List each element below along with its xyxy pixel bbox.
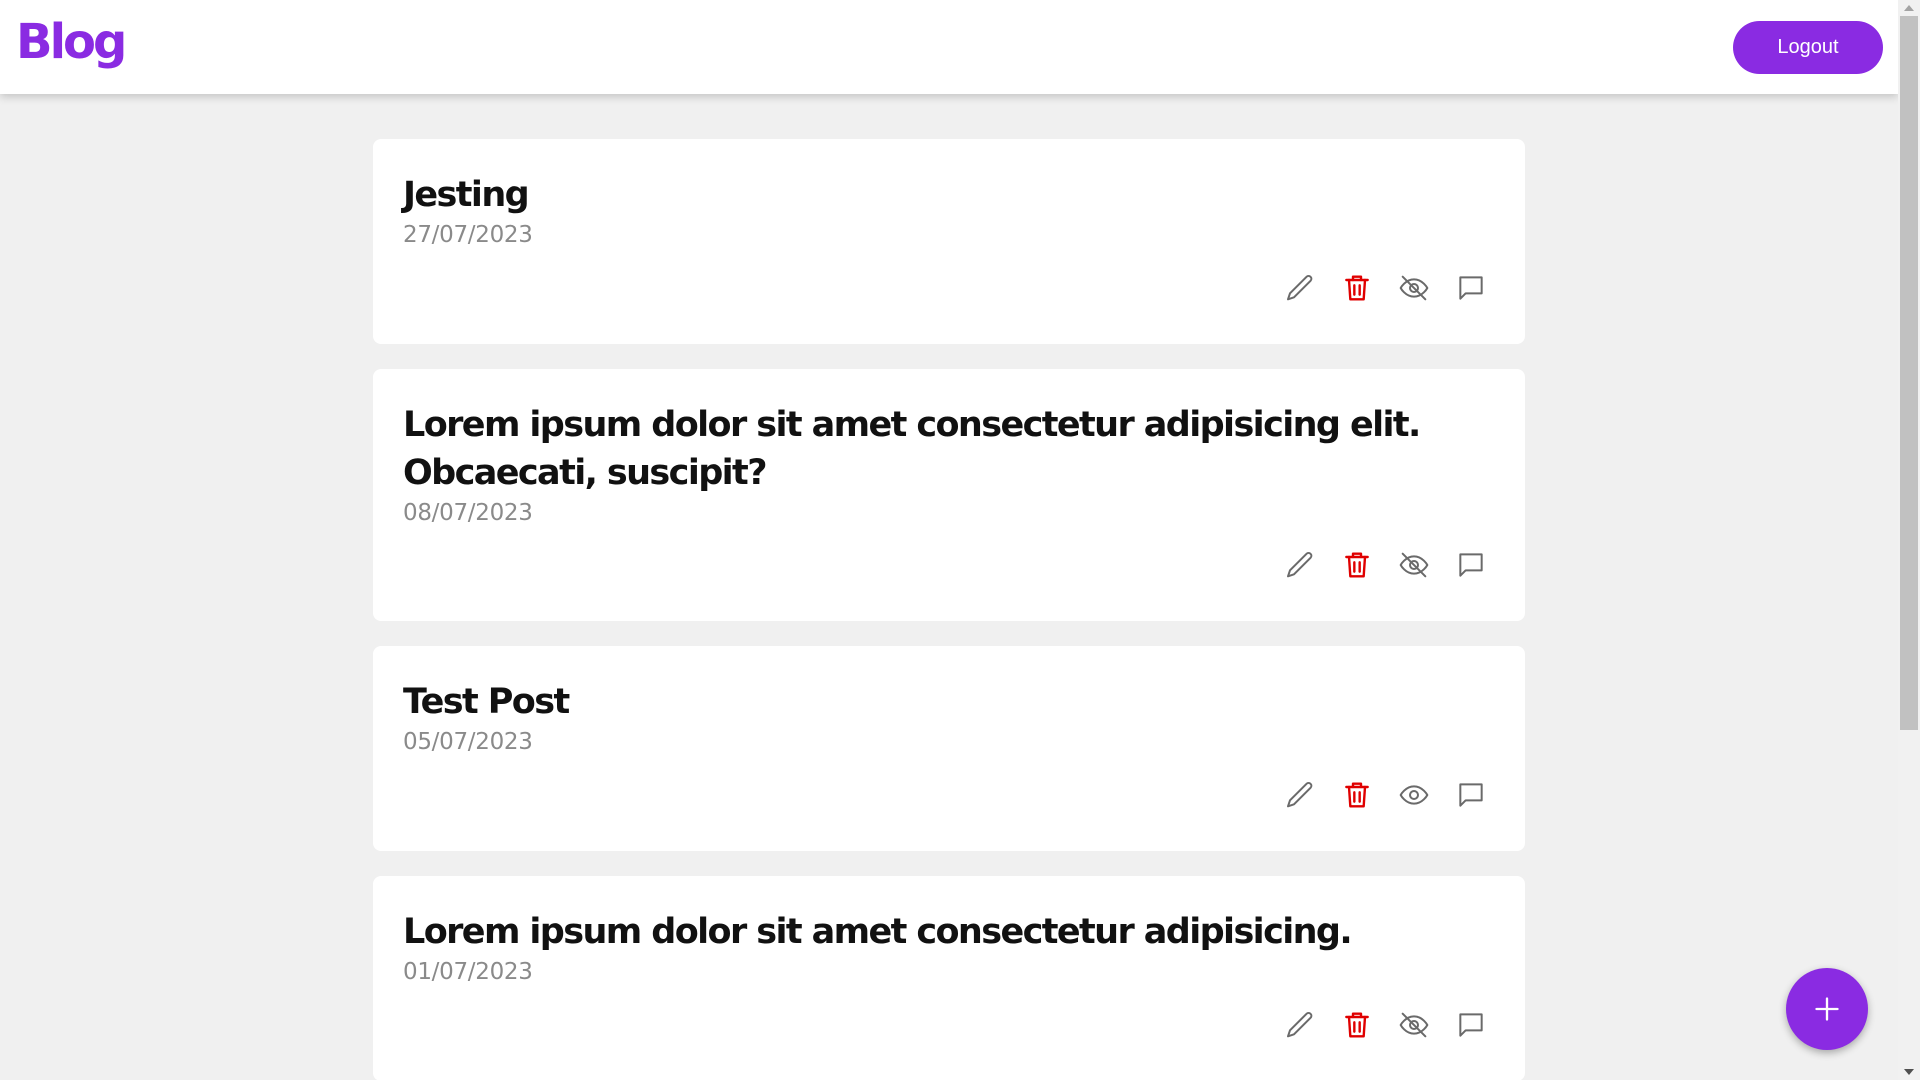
post-actions: [1284, 1009, 1487, 1041]
post-actions: [1284, 272, 1487, 304]
pencil-icon: [1287, 274, 1313, 301]
post-date: 01/07/2023: [403, 959, 533, 985]
post-card: Lorem ipsum dolor sit amet consectetur a…: [373, 369, 1525, 621]
trash-icon: [1345, 275, 1369, 301]
eye-off-icon: [1399, 552, 1429, 578]
comment-icon: [1459, 276, 1483, 300]
post-date: 27/07/2023: [403, 222, 533, 248]
post-date: 08/07/2023: [403, 500, 533, 526]
comments-button[interactable]: [1455, 549, 1487, 581]
delete-button[interactable]: [1341, 1009, 1373, 1041]
pencil-icon: [1287, 551, 1313, 578]
trash-icon: [1345, 552, 1369, 578]
post-actions: [1284, 549, 1487, 581]
comments-button[interactable]: [1455, 272, 1487, 304]
add-post-button[interactable]: [1786, 968, 1868, 1050]
post-card: Jesting 27/07/2023: [373, 139, 1525, 344]
visibility-toggle-button[interactable]: [1398, 779, 1430, 811]
edit-button[interactable]: [1284, 549, 1316, 581]
visibility-toggle-button[interactable]: [1398, 549, 1430, 581]
post-title[interactable]: Lorem ipsum dolor sit amet consectetur a…: [403, 401, 1495, 497]
post-card: Lorem ipsum dolor sit amet consectetur a…: [373, 876, 1525, 1080]
comment-icon: [1459, 1013, 1483, 1037]
top-header: Blog Logout: [0, 0, 1898, 94]
scroll-down-arrow-icon[interactable]: [1898, 1064, 1920, 1080]
delete-button[interactable]: [1341, 272, 1373, 304]
eye-off-icon: [1399, 1012, 1429, 1038]
delete-button[interactable]: [1341, 779, 1373, 811]
comments-button[interactable]: [1455, 779, 1487, 811]
comment-icon: [1459, 553, 1483, 577]
trash-icon: [1345, 1012, 1369, 1038]
post-actions: [1284, 779, 1487, 811]
comments-button[interactable]: [1455, 1009, 1487, 1041]
logout-button[interactable]: Logout: [1733, 21, 1883, 74]
vertical-scrollbar[interactable]: [1898, 0, 1920, 1080]
eye-icon: [1399, 785, 1429, 805]
pencil-icon: [1287, 781, 1313, 808]
post-title[interactable]: Test Post: [403, 678, 1495, 726]
plus-icon: [1815, 997, 1839, 1021]
trash-icon: [1345, 782, 1369, 808]
visibility-toggle-button[interactable]: [1398, 272, 1430, 304]
delete-button[interactable]: [1341, 549, 1373, 581]
pencil-icon: [1287, 1011, 1313, 1038]
post-title[interactable]: Lorem ipsum dolor sit amet consectetur a…: [403, 908, 1495, 956]
edit-button[interactable]: [1284, 272, 1316, 304]
visibility-toggle-button[interactable]: [1398, 1009, 1430, 1041]
blog-logo[interactable]: Blog: [16, 14, 127, 70]
comment-icon: [1459, 783, 1483, 807]
edit-button[interactable]: [1284, 779, 1316, 811]
post-feed: Jesting 27/07/2023 Lorem ipsum dolor sit…: [373, 139, 1525, 1080]
post-date: 05/07/2023: [403, 729, 533, 755]
scroll-up-arrow-icon[interactable]: [1898, 0, 1920, 16]
eye-off-icon: [1399, 275, 1429, 301]
post-title[interactable]: Jesting: [403, 171, 1495, 219]
edit-button[interactable]: [1284, 1009, 1316, 1041]
post-card: Test Post 05/07/2023: [373, 646, 1525, 851]
scrollbar-thumb[interactable]: [1900, 16, 1918, 730]
